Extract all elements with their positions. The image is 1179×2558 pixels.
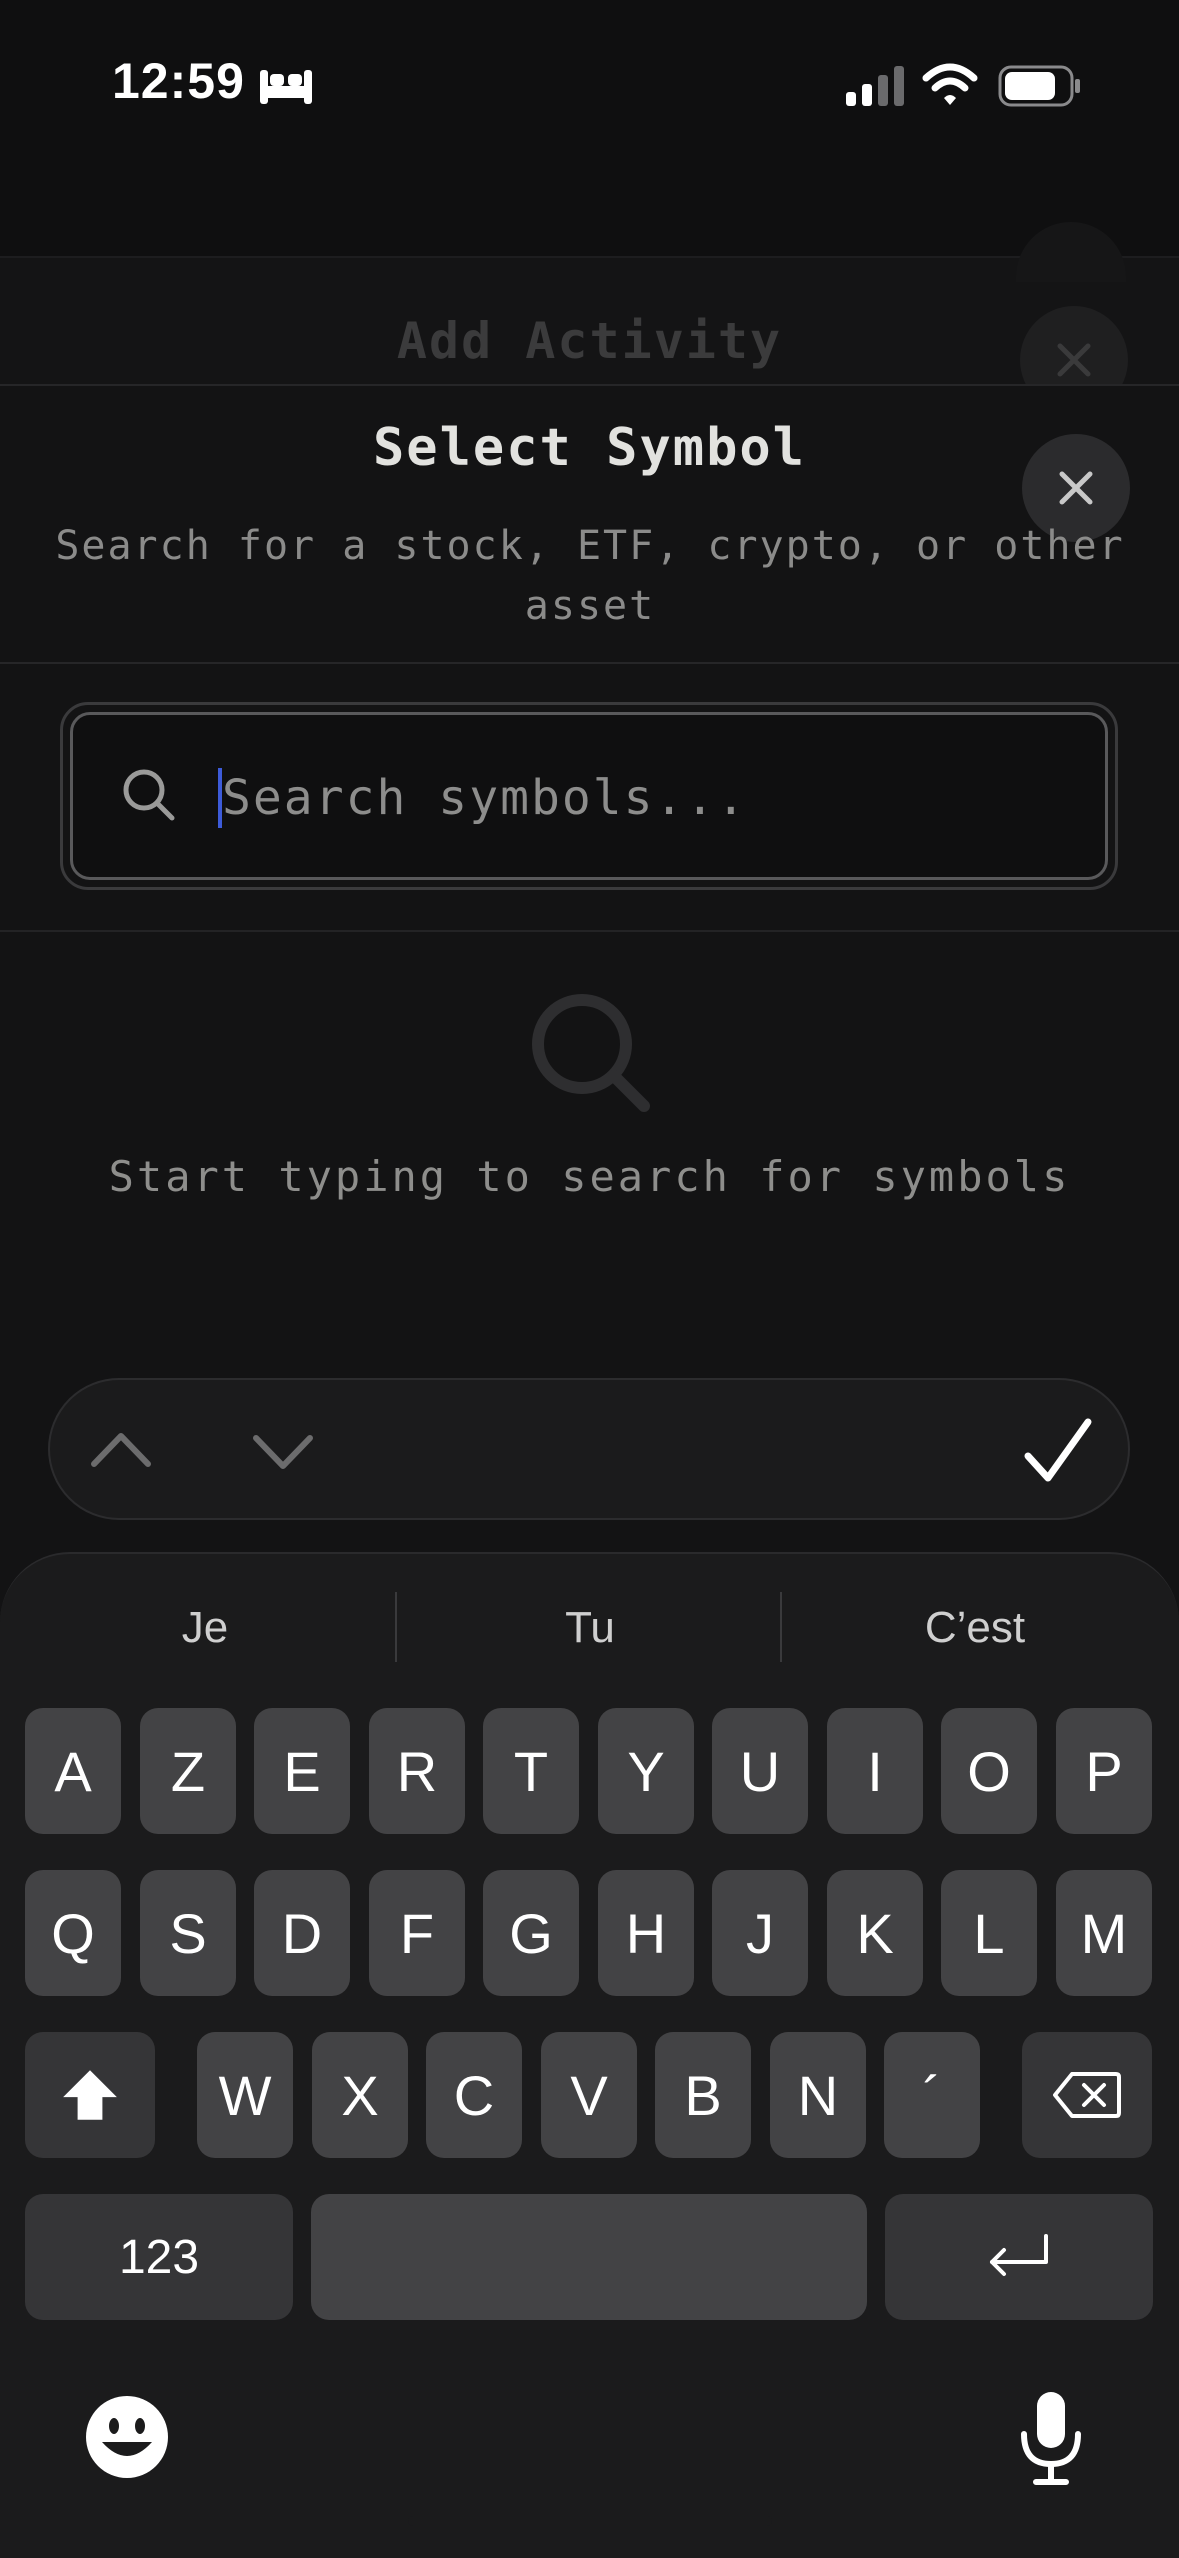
key[interactable]: P	[1056, 1708, 1152, 1834]
microphone-icon[interactable]	[1016, 2388, 1086, 2488]
shift-arrow-icon	[63, 2070, 117, 2120]
key[interactable]: H	[598, 1870, 694, 1996]
key[interactable]: Q	[25, 1870, 121, 1996]
close-icon	[1059, 471, 1093, 505]
key[interactable]: U	[712, 1708, 808, 1834]
checkmark-done-icon[interactable]	[1016, 1412, 1098, 1494]
numbers-key-label: 123	[118, 2230, 200, 2284]
keyboard-accessory-bar	[48, 1378, 1130, 1520]
key[interactable]: N	[770, 2032, 866, 2158]
key[interactable]: ´	[884, 2032, 980, 2158]
sheet-subtitle: Search for a stock, ETF, crypto, or othe…	[55, 523, 1125, 629]
battery-icon	[998, 65, 1080, 107]
status-time: 12:59	[112, 53, 245, 109]
suggestion-divider	[395, 1592, 397, 1662]
chevron-up-icon[interactable]	[90, 1420, 152, 1482]
header-divider	[0, 662, 1179, 664]
key[interactable]: C	[426, 2032, 522, 2158]
search-icon	[123, 769, 175, 821]
key[interactable]: A	[25, 1708, 121, 1834]
key[interactable]: R	[369, 1708, 465, 1834]
emoji-icon[interactable]	[84, 2394, 170, 2480]
key[interactable]: Z	[140, 1708, 236, 1834]
background-sheet-title: Add Activity	[396, 312, 783, 370]
backspace-icon	[1053, 2072, 1121, 2118]
key[interactable]: O	[941, 1708, 1037, 1834]
key[interactable]: L	[941, 1870, 1037, 1996]
key[interactable]: B	[655, 2032, 751, 2158]
wifi-icon	[922, 63, 978, 105]
suggestion-3[interactable]: C’est	[805, 1588, 1145, 1668]
home-indicator	[408, 2516, 772, 2526]
suggestion-1[interactable]: Je	[40, 1588, 370, 1668]
empty-state-message: Start typing to search for symbols	[108, 1152, 1071, 1201]
space-key[interactable]	[311, 2194, 867, 2320]
empty-state-search-icon	[532, 994, 650, 1112]
status-bar: 12:59	[0, 0, 1179, 170]
key[interactable]: G	[483, 1870, 579, 1996]
key[interactable]: J	[712, 1870, 808, 1996]
key[interactable]: V	[541, 2032, 637, 2158]
search-divider	[0, 930, 1179, 932]
key[interactable]: S	[140, 1870, 236, 1996]
key[interactable]: M	[1056, 1870, 1152, 1996]
sheet-title: Select Symbol	[373, 418, 806, 478]
cellular-signal-icon	[846, 66, 904, 106]
key[interactable]: Y	[598, 1708, 694, 1834]
key[interactable]: K	[827, 1870, 923, 1996]
search-input[interactable]	[222, 760, 1062, 836]
suggestion-divider	[780, 1592, 782, 1662]
key[interactable]: X	[312, 2032, 408, 2158]
return-icon	[990, 2234, 1048, 2276]
key[interactable]: W	[197, 2032, 293, 2158]
key[interactable]: I	[827, 1708, 923, 1834]
key[interactable]: T	[483, 1708, 579, 1834]
delete-key[interactable]	[1022, 2032, 1152, 2158]
key[interactable]: F	[369, 1870, 465, 1996]
return-key[interactable]	[885, 2194, 1153, 2320]
key[interactable]: D	[254, 1870, 350, 1996]
numbers-key[interactable]: 123	[25, 2194, 293, 2320]
shift-key[interactable]	[25, 2032, 155, 2158]
chevron-down-icon[interactable]	[252, 1420, 314, 1482]
sleep-focus-icon	[260, 70, 312, 104]
suggestion-2[interactable]: Tu	[420, 1588, 760, 1668]
background-close-button-edge	[1016, 222, 1126, 282]
key[interactable]: E	[254, 1708, 350, 1834]
